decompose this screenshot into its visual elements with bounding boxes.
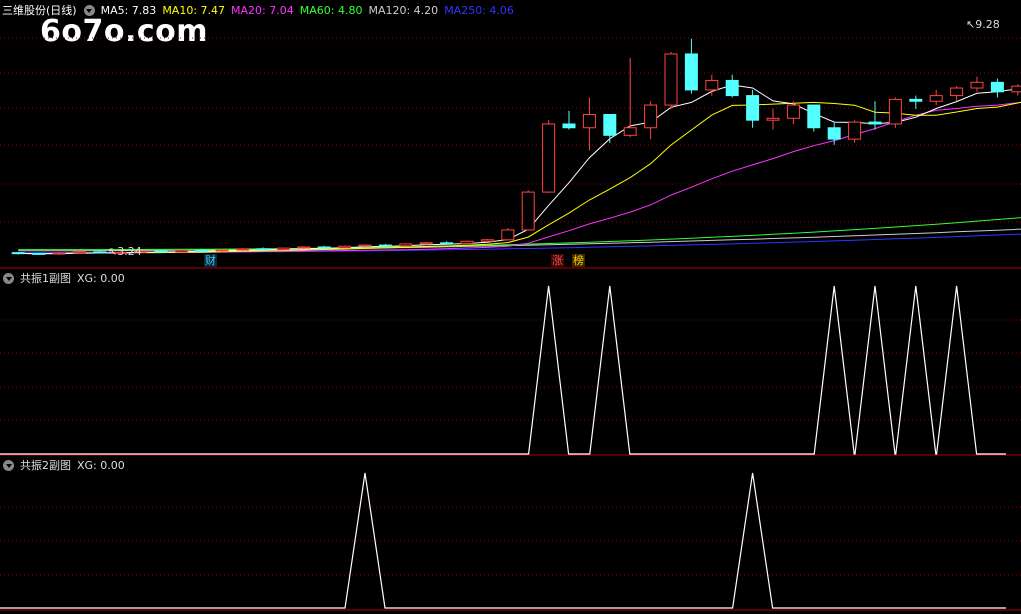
candle-body [562, 123, 576, 129]
finance-badge[interactable]: 财 [204, 254, 217, 267]
main-pane-header: 三维股份(日线) MA5: 7.83 MA10: 7.47 MA20: 7.04… [0, 1, 520, 19]
candle-body [521, 191, 535, 231]
sub2-xg-line [0, 472, 1006, 609]
candle-body [1011, 85, 1021, 93]
collapse-icon[interactable] [3, 272, 14, 284]
candle-body [950, 87, 964, 97]
candle-body [154, 250, 168, 253]
candle-body [174, 249, 188, 253]
high-arrow-icon: ↖ [966, 18, 976, 31]
sub1-title: 共振1副图 [20, 272, 71, 285]
candle-body [786, 104, 800, 119]
candle-body [460, 240, 474, 245]
ma5-value: MA5: 7.83 [100, 3, 157, 17]
high-price-value: 9.28 [975, 18, 1000, 31]
candle-body [297, 246, 311, 249]
candle-body [929, 95, 943, 102]
candle-body [52, 252, 66, 255]
ma60-value: MA60: 4.80 [299, 3, 363, 17]
candle-body [317, 246, 331, 249]
candle-body [256, 248, 270, 251]
candle-body [970, 81, 984, 89]
candle-body [501, 229, 515, 241]
sub1-value: XG: 0.00 [77, 271, 125, 285]
high-price-label: ↖9.28 [966, 18, 1000, 31]
candle-body [72, 251, 86, 254]
limit-up-badge[interactable]: 涨 [551, 254, 564, 267]
candle-body [378, 244, 392, 247]
candle-body [725, 79, 739, 97]
candle-body [93, 251, 107, 254]
candle-body [582, 114, 596, 129]
ma20-value: MA20: 7.04 [231, 3, 294, 17]
sub1-pane-header: 共振1副图 XG: 0.00 [0, 269, 131, 287]
candle-body [827, 127, 841, 140]
ma250-value: MA250: 4.06 [444, 3, 514, 17]
candle-body [848, 121, 862, 140]
ma120-value: MA120: 4.20 [368, 3, 439, 17]
ma120-line [18, 228, 1021, 252]
candle-body [215, 249, 229, 252]
candle-body [664, 53, 678, 106]
candle-body [236, 248, 250, 251]
ranking-badge[interactable]: 榜 [572, 254, 585, 267]
candle-body [766, 117, 780, 121]
low-arrow-icon: ↖ [108, 245, 118, 258]
candle-body [440, 242, 454, 245]
ma10-line [18, 101, 1021, 255]
candle-body [888, 98, 902, 125]
collapse-icon[interactable] [3, 459, 14, 471]
sub2-value: XG: 0.00 [77, 458, 125, 472]
sub1-xg-line [0, 285, 1006, 455]
candle-body [32, 252, 46, 255]
ma5-line [18, 84, 1021, 255]
candle-body [195, 249, 209, 252]
candle-body [746, 95, 760, 121]
candle-body [419, 242, 433, 245]
candle-body [358, 244, 372, 247]
candle-body [338, 245, 352, 249]
candle-body [11, 252, 25, 255]
candle-body [684, 53, 698, 91]
ma60-line [18, 217, 1021, 251]
candle-body [480, 239, 494, 242]
candle-body [603, 114, 617, 136]
candle-body [705, 79, 719, 91]
main-title: 三维股份(日线) [2, 4, 77, 17]
candle-body [868, 121, 882, 125]
candle-body [990, 81, 1004, 93]
sub2-pane-header: 共振2副图 XG: 0.00 [0, 456, 131, 474]
candle-body [909, 98, 923, 102]
candle-body [644, 104, 658, 129]
low-price-value: 3.24 [117, 245, 142, 258]
ma10-value: MA10: 7.47 [162, 3, 226, 17]
candle-body [623, 127, 637, 136]
chart-canvas[interactable] [0, 0, 1021, 614]
sub2-title: 共振2副图 [20, 459, 71, 472]
candle-body [542, 123, 556, 193]
candle-body [807, 104, 821, 129]
collapse-icon[interactable] [83, 4, 95, 16]
low-price-label: ↖3.24 [108, 245, 142, 258]
candle-body [399, 243, 413, 247]
candle-body [276, 247, 290, 251]
